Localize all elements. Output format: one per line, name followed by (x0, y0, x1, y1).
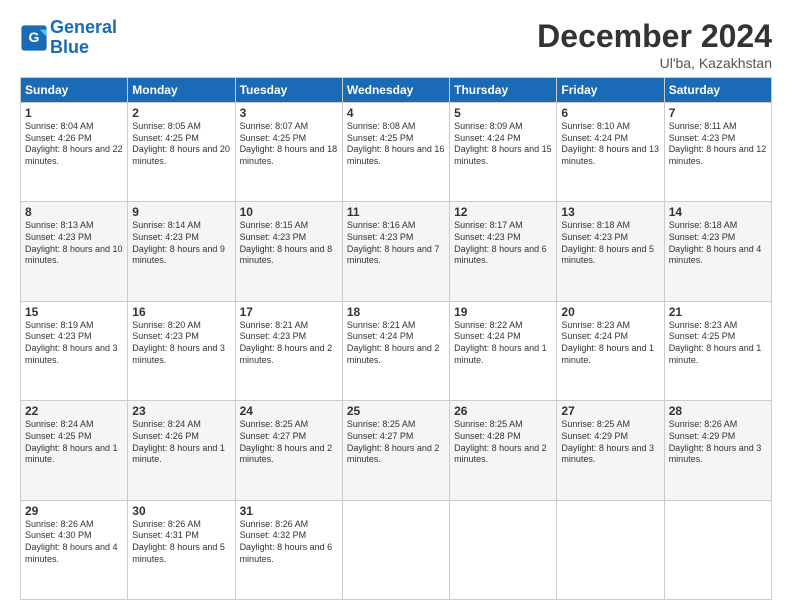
day-cell-27: 27 Sunrise: 8:25 AMSunset: 4:29 PMDaylig… (557, 401, 664, 500)
day-cell-23: 23 Sunrise: 8:24 AMSunset: 4:26 PMDaylig… (128, 401, 235, 500)
logo-general: General (50, 17, 117, 37)
day-cell-24: 24 Sunrise: 8:25 AMSunset: 4:27 PMDaylig… (235, 401, 342, 500)
month-title: December 2024 (537, 18, 772, 55)
day-cell-2: 2 Sunrise: 8:05 AMSunset: 4:25 PMDayligh… (128, 103, 235, 202)
day-cell-10: 10 Sunrise: 8:15 AMSunset: 4:23 PMDaylig… (235, 202, 342, 301)
header-monday: Monday (128, 78, 235, 103)
day-cell-12: 12 Sunrise: 8:17 AMSunset: 4:23 PMDaylig… (450, 202, 557, 301)
logo: G General Blue (20, 18, 117, 58)
day-cell-3: 3 Sunrise: 8:07 AMSunset: 4:25 PMDayligh… (235, 103, 342, 202)
header: G General Blue December 2024 Ul'ba, Kaza… (20, 18, 772, 71)
svg-text:G: G (29, 29, 40, 45)
empty-cell-1 (342, 500, 449, 599)
day-cell-8: 8 Sunrise: 8:13 AMSunset: 4:23 PMDayligh… (21, 202, 128, 301)
empty-cell-3 (557, 500, 664, 599)
day-cell-11: 11 Sunrise: 8:16 AMSunset: 4:23 PMDaylig… (342, 202, 449, 301)
day-cell-30: 30 Sunrise: 8:26 AMSunset: 4:31 PMDaylig… (128, 500, 235, 599)
week-row-1: 1 Sunrise: 8:04 AMSunset: 4:26 PMDayligh… (21, 103, 772, 202)
header-friday: Friday (557, 78, 664, 103)
header-wednesday: Wednesday (342, 78, 449, 103)
day-cell-31: 31 Sunrise: 8:26 AMSunset: 4:32 PMDaylig… (235, 500, 342, 599)
location: Ul'ba, Kazakhstan (537, 55, 772, 71)
empty-cell-2 (450, 500, 557, 599)
week-row-4: 22 Sunrise: 8:24 AMSunset: 4:25 PMDaylig… (21, 401, 772, 500)
header-thursday: Thursday (450, 78, 557, 103)
day-cell-21: 21 Sunrise: 8:23 AMSunset: 4:25 PMDaylig… (664, 301, 771, 400)
title-block: December 2024 Ul'ba, Kazakhstan (537, 18, 772, 71)
header-saturday: Saturday (664, 78, 771, 103)
day-cell-28: 28 Sunrise: 8:26 AMSunset: 4:29 PMDaylig… (664, 401, 771, 500)
day-cell-15: 15 Sunrise: 8:19 AMSunset: 4:23 PMDaylig… (21, 301, 128, 400)
day-cell-18: 18 Sunrise: 8:21 AMSunset: 4:24 PMDaylig… (342, 301, 449, 400)
logo-icon: G (20, 24, 48, 52)
day-cell-4: 4 Sunrise: 8:08 AMSunset: 4:25 PMDayligh… (342, 103, 449, 202)
day-cell-20: 20 Sunrise: 8:23 AMSunset: 4:24 PMDaylig… (557, 301, 664, 400)
day-cell-5: 5 Sunrise: 8:09 AMSunset: 4:24 PMDayligh… (450, 103, 557, 202)
empty-cell-4 (664, 500, 771, 599)
week-row-5: 29 Sunrise: 8:26 AMSunset: 4:30 PMDaylig… (21, 500, 772, 599)
page: G General Blue December 2024 Ul'ba, Kaza… (0, 0, 792, 612)
day-cell-14: 14 Sunrise: 8:18 AMSunset: 4:23 PMDaylig… (664, 202, 771, 301)
day-cell-6: 6 Sunrise: 8:10 AMSunset: 4:24 PMDayligh… (557, 103, 664, 202)
day-cell-1: 1 Sunrise: 8:04 AMSunset: 4:26 PMDayligh… (21, 103, 128, 202)
calendar-table: Sunday Monday Tuesday Wednesday Thursday… (20, 77, 772, 600)
day-cell-25: 25 Sunrise: 8:25 AMSunset: 4:27 PMDaylig… (342, 401, 449, 500)
header-sunday: Sunday (21, 78, 128, 103)
day-cell-16: 16 Sunrise: 8:20 AMSunset: 4:23 PMDaylig… (128, 301, 235, 400)
day-cell-13: 13 Sunrise: 8:18 AMSunset: 4:23 PMDaylig… (557, 202, 664, 301)
day-cell-9: 9 Sunrise: 8:14 AMSunset: 4:23 PMDayligh… (128, 202, 235, 301)
day-cell-22: 22 Sunrise: 8:24 AMSunset: 4:25 PMDaylig… (21, 401, 128, 500)
day-cell-17: 17 Sunrise: 8:21 AMSunset: 4:23 PMDaylig… (235, 301, 342, 400)
day-cell-19: 19 Sunrise: 8:22 AMSunset: 4:24 PMDaylig… (450, 301, 557, 400)
header-tuesday: Tuesday (235, 78, 342, 103)
week-row-2: 8 Sunrise: 8:13 AMSunset: 4:23 PMDayligh… (21, 202, 772, 301)
logo-blue: Blue (50, 37, 89, 57)
day-cell-7: 7 Sunrise: 8:11 AMSunset: 4:23 PMDayligh… (664, 103, 771, 202)
day-cell-29: 29 Sunrise: 8:26 AMSunset: 4:30 PMDaylig… (21, 500, 128, 599)
logo-text: General Blue (50, 18, 117, 58)
weekday-header-row: Sunday Monday Tuesday Wednesday Thursday… (21, 78, 772, 103)
day-cell-26: 26 Sunrise: 8:25 AMSunset: 4:28 PMDaylig… (450, 401, 557, 500)
week-row-3: 15 Sunrise: 8:19 AMSunset: 4:23 PMDaylig… (21, 301, 772, 400)
